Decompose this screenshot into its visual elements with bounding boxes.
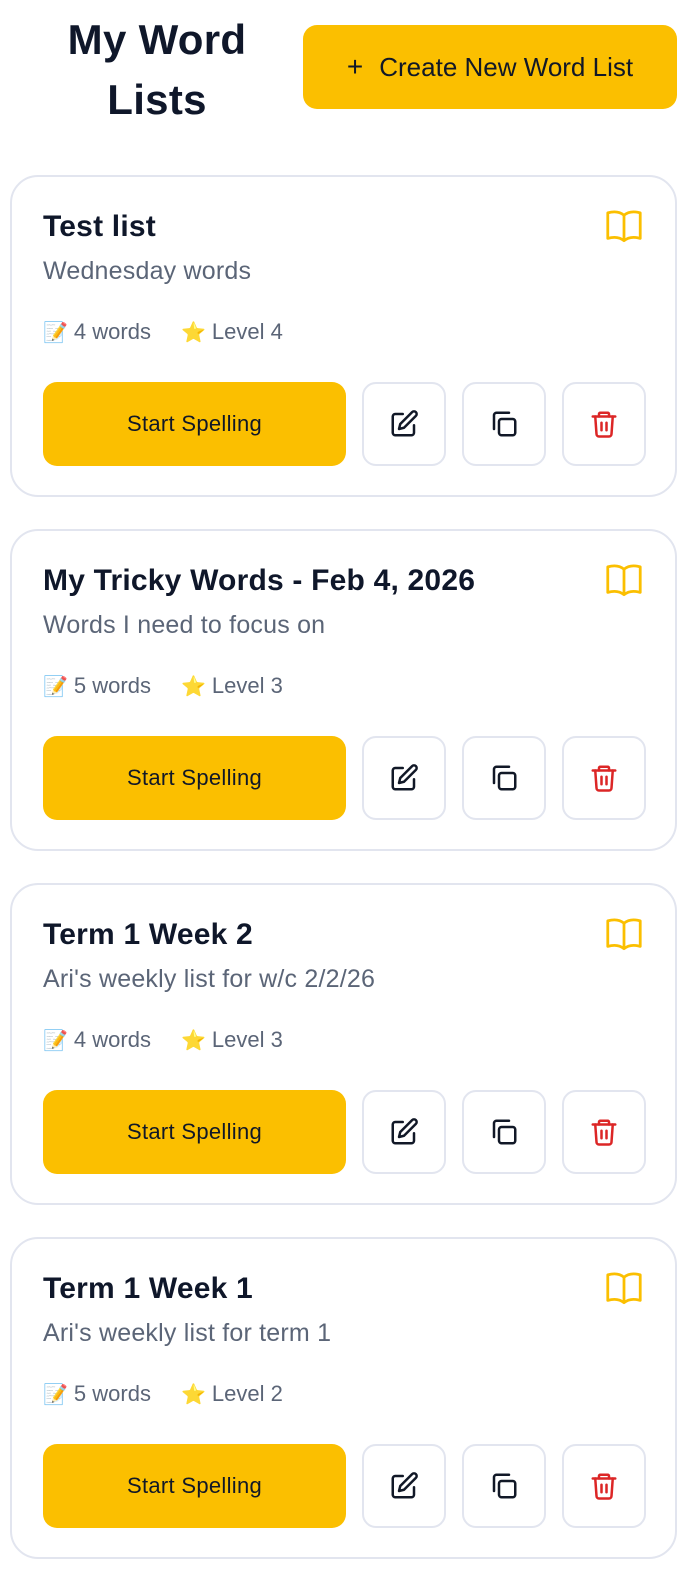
book-open-icon: [606, 210, 642, 243]
word-count-label: 4 words: [73, 319, 151, 344]
level-label: Level 3: [211, 1027, 283, 1052]
list-actions: Start Spelling: [43, 1444, 646, 1528]
level-label: Level 3: [211, 673, 283, 698]
start-spelling-button[interactable]: Start Spelling: [43, 736, 346, 820]
level: ⭐ Level 3: [181, 1027, 283, 1053]
level: ⭐ Level 4: [181, 319, 283, 345]
list-description: Wednesday words: [43, 257, 252, 285]
copy-icon: [492, 765, 517, 791]
duplicate-button[interactable]: [462, 1090, 546, 1174]
word-list-card: Test list Wednesday words 📝 4 words ⭐ Leve…: [10, 175, 677, 497]
list-actions: Start Spelling: [43, 382, 646, 466]
duplicate-button[interactable]: [462, 382, 546, 466]
memo-icon: 📝: [43, 675, 68, 698]
edit-button[interactable]: [362, 736, 446, 820]
star-icon: ⭐: [180, 321, 206, 344]
word-count: 📝 4 words: [43, 319, 151, 345]
level: ⭐ Level 3: [181, 673, 283, 699]
memo-icon: 📝: [43, 321, 68, 344]
level: ⭐ Level 2: [181, 1381, 283, 1407]
list-title: Term 1 Week 2: [43, 918, 253, 951]
word-count: 📝 5 words: [43, 1381, 151, 1407]
list-actions: Start Spelling: [43, 736, 646, 820]
trash-icon: [591, 1473, 617, 1500]
create-button-label: Create New Word List: [379, 51, 634, 82]
copy-icon: [492, 1119, 517, 1145]
star-icon: ⭐: [180, 675, 206, 698]
book-open-icon: [606, 918, 642, 951]
copy-icon: [492, 1473, 517, 1499]
word-list-container: Test list Wednesday words 📝 4 words ⭐ Leve…: [10, 175, 677, 1570]
star-icon: ⭐: [180, 1029, 206, 1052]
word-count-label: 5 words: [73, 673, 151, 698]
edit-icon: [391, 764, 418, 791]
list-title: Test list: [43, 210, 156, 243]
start-spelling-button[interactable]: Start Spelling: [43, 382, 346, 466]
list-description: Words I need to focus on: [43, 611, 326, 639]
plus-icon: +: [346, 51, 364, 82]
list-description: Ari's weekly list for w/c 2/2/26: [43, 965, 376, 993]
memo-icon: 📝: [43, 1383, 68, 1406]
duplicate-button[interactable]: [462, 736, 546, 820]
word-list-card: My Tricky Words - Feb 4, 2026 Words I ne…: [10, 529, 677, 851]
trash-icon: [591, 1119, 617, 1146]
word-count: 📝 5 words: [43, 673, 151, 699]
word-list-card: Term 1 Week 1 Ari's weekly list for term…: [10, 1237, 677, 1559]
book-open-icon: [606, 564, 642, 597]
level-label: Level 4: [211, 319, 283, 344]
book-open-icon: [606, 1272, 642, 1305]
word-list-card: Term 1 Week 2 Ari's weekly list for w/c …: [10, 883, 677, 1205]
trash-icon: [591, 411, 617, 438]
level-label: Level 2: [211, 1381, 283, 1406]
copy-icon: [492, 411, 517, 437]
edit-icon: [391, 1472, 418, 1499]
start-spelling-button[interactable]: Start Spelling: [43, 1090, 346, 1174]
list-meta: 📝 4 words ⭐ Level 4: [43, 319, 313, 345]
edit-button[interactable]: [362, 1444, 446, 1528]
word-count-label: 5 words: [73, 1381, 151, 1406]
word-count-label: 4 words: [73, 1027, 151, 1052]
list-title: Term 1 Week 1: [43, 1272, 253, 1305]
memo-icon: 📝: [43, 1029, 68, 1052]
delete-button[interactable]: [562, 1444, 646, 1528]
trash-icon: [591, 765, 617, 792]
page-title: My Word Lists: [67, 16, 247, 123]
list-meta: 📝 5 words ⭐ Level 3: [43, 673, 313, 699]
list-meta: 📝 4 words ⭐ Level 3: [43, 1027, 313, 1053]
create-new-word-list-button[interactable]: + Create New Word List: [303, 25, 677, 109]
delete-button[interactable]: [562, 736, 646, 820]
delete-button[interactable]: [562, 382, 646, 466]
edit-button[interactable]: [362, 1090, 446, 1174]
list-description: Ari's weekly list for term 1: [43, 1319, 332, 1347]
delete-button[interactable]: [562, 1090, 646, 1174]
edit-button[interactable]: [362, 382, 446, 466]
star-icon: ⭐: [180, 1383, 206, 1406]
header: My Word Lists + Create New Word List: [0, 0, 692, 140]
list-meta: 📝 5 words ⭐ Level 2: [43, 1381, 313, 1407]
start-spelling-button[interactable]: Start Spelling: [43, 1444, 346, 1528]
word-count: 📝 4 words: [43, 1027, 151, 1053]
edit-icon: [391, 410, 418, 437]
edit-icon: [391, 1118, 418, 1145]
list-title: My Tricky Words - Feb 4, 2026: [43, 564, 476, 597]
duplicate-button[interactable]: [462, 1444, 546, 1528]
list-actions: Start Spelling: [43, 1090, 646, 1174]
